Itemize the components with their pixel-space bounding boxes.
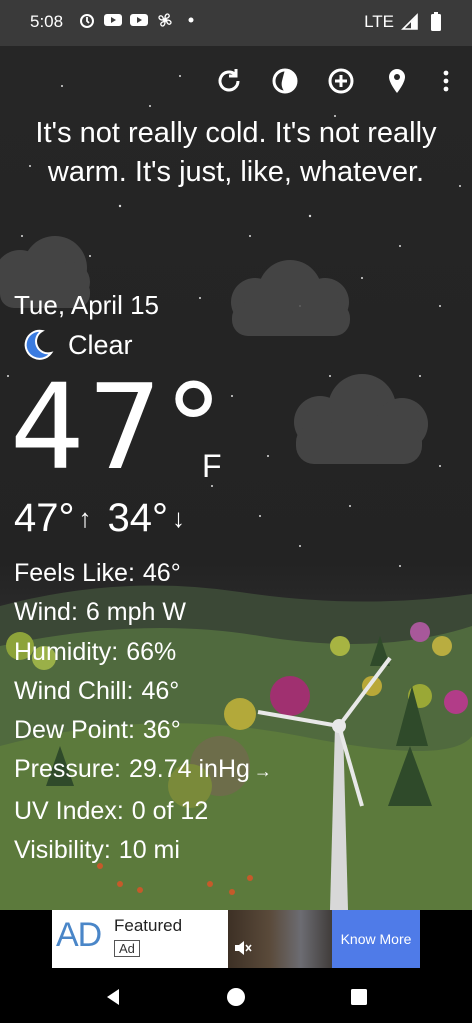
detail-dew-point: Dew Point: 36° bbox=[14, 716, 181, 745]
ad-tag: Ad bbox=[114, 940, 140, 957]
back-button[interactable] bbox=[100, 984, 126, 1010]
low-temperature: 34° bbox=[107, 496, 169, 540]
radar-button[interactable] bbox=[266, 62, 304, 100]
add-location-icon bbox=[328, 68, 354, 94]
weather-scene: It's not really cold. It's not really wa… bbox=[0, 46, 472, 910]
refresh-button[interactable] bbox=[210, 62, 248, 100]
ad-video-image[interactable] bbox=[228, 910, 332, 968]
condition-row: Clear bbox=[20, 328, 133, 362]
condition-label: Clear bbox=[68, 329, 133, 360]
know-more-button[interactable]: Know More bbox=[332, 910, 420, 968]
pressure-trend-icon: → bbox=[253, 761, 272, 782]
network-label: LTE bbox=[364, 12, 394, 31]
status-time: 5:08 bbox=[30, 12, 64, 31]
arrow-down-icon: ↓ bbox=[172, 503, 185, 533]
alarm-icon bbox=[77, 10, 97, 30]
detail-pressure: Pressure: 29.74 inHg → bbox=[14, 755, 272, 784]
status-icons bbox=[77, 10, 201, 30]
refresh-icon bbox=[218, 69, 240, 92]
detail-wind: Wind: 6 mph W bbox=[14, 598, 186, 627]
recents-button[interactable] bbox=[346, 984, 372, 1010]
ad-logo: AD bbox=[56, 916, 102, 954]
navigation-bar bbox=[0, 970, 472, 1023]
home-icon bbox=[227, 988, 245, 1006]
battery-icon bbox=[426, 12, 446, 32]
detail-humidity: Humidity: 66% bbox=[14, 637, 177, 666]
dot-icon bbox=[181, 10, 201, 30]
recents-icon bbox=[351, 989, 367, 1005]
location-button[interactable] bbox=[378, 62, 416, 100]
signal-icon bbox=[400, 12, 420, 32]
arrow-up-icon: ↑ bbox=[78, 503, 92, 533]
weather-details: Feels Like: 46° Wind: 6 mph W Humidity: 66%… bbox=[14, 554, 272, 870]
status-bar: 5:08 LTE bbox=[0, 0, 472, 46]
ad-featured-label: Featured bbox=[114, 916, 183, 935]
fan-icon bbox=[155, 10, 175, 30]
youtube-icon bbox=[103, 10, 123, 30]
toolbar bbox=[210, 62, 416, 100]
forecast-date: Tue, April 15 bbox=[14, 290, 160, 320]
detail-visibility: Visibility: 10 mi bbox=[14, 836, 180, 865]
radar-icon bbox=[272, 68, 298, 94]
back-icon bbox=[107, 989, 119, 1005]
weather-tagline: It's not really cold. It's not really wa… bbox=[35, 117, 437, 188]
location-pin-icon bbox=[389, 69, 405, 93]
current-temperature: 47° bbox=[10, 358, 226, 496]
detail-wind-chill: Wind Chill: 46° bbox=[14, 676, 180, 705]
temperature-unit[interactable]: F bbox=[202, 448, 222, 485]
more-options-button[interactable] bbox=[436, 66, 456, 96]
status-right: LTE bbox=[364, 12, 446, 32]
ad-banner: AD Featured Ad Know More bbox=[0, 910, 472, 970]
high-temperature: 47° bbox=[14, 496, 75, 540]
more-vert-icon bbox=[443, 70, 449, 92]
high-low-row: 47° ↑ 34° ↓ bbox=[14, 496, 197, 541]
detail-uv-index: UV Index: 0 of 12 bbox=[14, 796, 209, 825]
ad-content[interactable]: AD Featured Ad Know More bbox=[52, 910, 420, 968]
detail-feels-like: Feels Like: 46° bbox=[14, 559, 181, 587]
youtube-icon bbox=[129, 10, 149, 30]
home-button[interactable] bbox=[223, 984, 249, 1010]
moon-icon bbox=[24, 329, 54, 360]
add-location-button[interactable] bbox=[322, 62, 360, 100]
mute-icon[interactable] bbox=[234, 940, 252, 959]
